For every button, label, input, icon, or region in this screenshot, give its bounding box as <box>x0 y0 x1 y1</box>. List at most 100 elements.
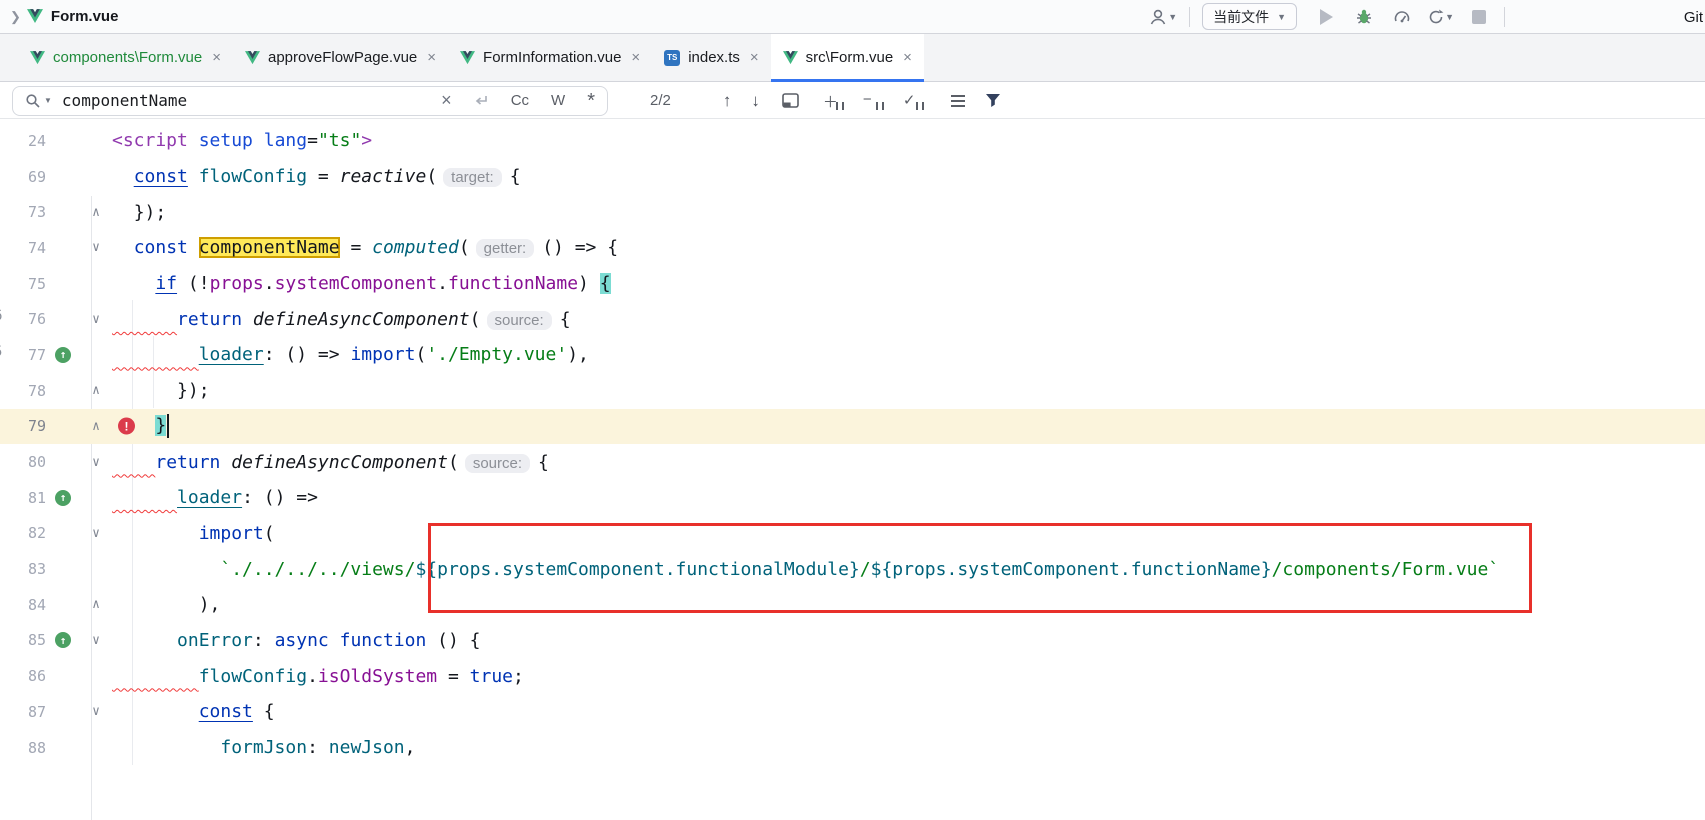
line-number: 82 <box>0 524 46 542</box>
editor-tab[interactable]: FormInformation.vue× <box>448 34 652 81</box>
code-line-row[interactable]: 88 formJson: newJson, <box>0 730 1705 766</box>
code-text[interactable]: onError: async function () { <box>112 630 1705 651</box>
fold-marker-icon[interactable]: ∨ <box>92 704 100 719</box>
code-text[interactable]: loader: () => <box>112 487 1705 508</box>
editor-tab[interactable]: src\Form.vue × <box>771 34 924 81</box>
code-text[interactable]: const flowConfig = reactive(target:{ <box>112 166 1705 187</box>
fold-marker-icon[interactable]: ∨ <box>92 633 100 648</box>
fold-marker-icon[interactable]: ∨ <box>92 455 100 470</box>
newline-icon[interactable] <box>474 94 489 107</box>
search-input[interactable]: ▼ componentName × Cc W * <box>12 86 608 116</box>
previous-occurrence-button[interactable]: ↑ <box>723 91 732 111</box>
code-line-row[interactable]: 85↑∨ onError: async function () { <box>0 623 1705 659</box>
code-line-row[interactable]: 84 ∧ ), <box>0 587 1705 623</box>
profiler-button[interactable] <box>1389 4 1415 30</box>
debug-button[interactable] <box>1351 4 1377 30</box>
error-icon[interactable]: ! <box>118 418 135 435</box>
regex-toggle[interactable]: * <box>587 96 595 106</box>
code-text[interactable]: } <box>112 414 1705 438</box>
fold-marker-icon[interactable]: ∧ <box>92 383 100 398</box>
filter-icon[interactable] <box>985 93 1001 108</box>
code-line-row[interactable]: 87∨ const { <box>0 694 1705 730</box>
match-case-toggle[interactable]: Cc <box>511 92 529 109</box>
tab-label: src\Form.vue <box>806 49 894 66</box>
fold-slot: ∧ <box>80 205 112 220</box>
code-line-row[interactable]: 80 ∨ return defineAsyncComponent(source:{ <box>0 444 1705 480</box>
code-token: = <box>340 237 373 258</box>
code-text[interactable]: const componentName = computed(getter:()… <box>112 237 1705 258</box>
code-text[interactable]: formJson: newJson, <box>112 737 1705 758</box>
collapse-chevron-icon[interactable]: ❯ <box>10 9 21 25</box>
close-tab-icon[interactable]: × <box>903 49 912 66</box>
code-line-row[interactable]: 86 flowConfig.isOldSystem = true; <box>0 658 1705 694</box>
run-button[interactable] <box>1313 4 1339 30</box>
fold-marker-icon[interactable]: ∨ <box>92 240 100 255</box>
close-tab-icon[interactable]: × <box>427 49 436 66</box>
code-text[interactable]: import( <box>112 523 1705 544</box>
search-history-chevron-icon[interactable]: ▼ <box>44 96 52 105</box>
occurrences-list-icon[interactable] <box>951 95 965 107</box>
code-text[interactable]: if (!props.systemComponent.functionName)… <box>112 273 1705 294</box>
code-token <box>112 237 134 258</box>
git-toolbar-label[interactable]: Git <box>1684 0 1705 34</box>
code-token: ( <box>264 523 275 544</box>
code-text[interactable]: }); <box>112 202 1705 223</box>
code-line-row[interactable]: 83 `./../../../views/${props.systemCompo… <box>0 551 1705 587</box>
run-config-select[interactable]: 当前文件 ▼ <box>1202 3 1297 30</box>
fold-marker-icon[interactable]: ∧ <box>92 205 100 220</box>
code-token: , <box>405 737 416 758</box>
code-text[interactable]: flowConfig.isOldSystem = true; <box>112 666 1705 687</box>
editor-tab[interactable]: components\Form.vue× <box>18 34 233 81</box>
line-number: 80 <box>0 453 46 471</box>
next-occurrence-button[interactable]: ↓ <box>751 91 760 111</box>
line-number: 84 <box>0 596 46 614</box>
editor-tab[interactable]: TSindex.ts× <box>652 34 770 81</box>
code-line-row[interactable]: 75 if (!props.systemComponent.functionNa… <box>0 266 1705 302</box>
add-occurrence-icon[interactable]: ＋ <box>823 91 845 111</box>
code-line-row[interactable]: 74∨ const componentName = computed(gette… <box>0 230 1705 266</box>
gutter-slot: ↑ <box>46 632 80 648</box>
gutter-implementation-icon[interactable]: ↑ <box>55 490 71 506</box>
code-text[interactable]: loader: () => import('./Empty.vue'), <box>112 344 1705 365</box>
open-in-find-window-icon[interactable] <box>782 93 799 108</box>
close-tab-icon[interactable]: × <box>631 49 640 66</box>
stop-button[interactable] <box>1466 4 1492 30</box>
whole-words-toggle[interactable]: W <box>551 92 565 109</box>
code-line-row[interactable]: 69 const flowConfig = reactive(target:{ <box>0 159 1705 195</box>
user-account-icon[interactable]: ▼ <box>1148 4 1177 30</box>
close-tab-icon[interactable]: × <box>750 49 759 66</box>
select-occurrences-icon[interactable]: ✓ <box>903 91 925 111</box>
code-line-row[interactable]: 79∧ }! <box>0 409 1705 445</box>
code-text[interactable]: const { <box>112 701 1705 722</box>
fold-marker-icon[interactable]: ∧ <box>92 597 100 612</box>
fold-marker-icon[interactable]: ∨ <box>92 526 100 541</box>
code-line-row[interactable]: 78∧ }); <box>0 373 1705 409</box>
code-token: . <box>264 273 275 294</box>
clear-search-icon[interactable]: × <box>441 90 452 111</box>
code-editor[interactable]: 24<script setup lang="ts">69 const flowC… <box>0 120 1705 820</box>
code-token: flowConfig <box>199 666 307 687</box>
remove-occurrence-icon[interactable]: − <box>863 91 885 111</box>
code-text[interactable]: }); <box>112 380 1705 401</box>
chevron-down-icon: ▼ <box>1277 12 1286 22</box>
code-text[interactable]: return defineAsyncComponent(source:{ <box>112 309 1705 330</box>
code-line-row[interactable]: 77↑ loader: () => import('./Empty.vue'), <box>0 337 1705 373</box>
code-text[interactable]: ), <box>112 594 1705 615</box>
code-text[interactable]: return defineAsyncComponent(source:{ <box>112 452 1705 473</box>
rerun-button[interactable]: ▼ <box>1427 4 1454 30</box>
gutter-implementation-icon[interactable]: ↑ <box>55 347 71 363</box>
code-line-row[interactable]: 73∧ }); <box>0 194 1705 230</box>
code-line-row[interactable]: 82 ∨ import( <box>0 516 1705 552</box>
code-line-row[interactable]: 24<script setup lang="ts"> <box>0 123 1705 159</box>
code-text[interactable]: <script setup lang="ts"> <box>112 130 1705 151</box>
fold-marker-icon[interactable]: ∨ <box>92 312 100 327</box>
code-text[interactable]: `./../../../views/${props.systemComponen… <box>112 559 1705 580</box>
restart-icon <box>1427 8 1445 26</box>
editor-tab[interactable]: approveFlowPage.vue× <box>233 34 448 81</box>
close-tab-icon[interactable]: × <box>212 49 221 66</box>
gutter-implementation-icon[interactable]: ↑ <box>55 632 71 648</box>
code-line-row[interactable]: 76∨ return defineAsyncComponent(source:{ <box>0 301 1705 337</box>
code-line-row[interactable]: 81↑ loader: () => <box>0 480 1705 516</box>
code-token: if <box>155 273 177 294</box>
fold-marker-icon[interactable]: ∧ <box>92 419 100 434</box>
